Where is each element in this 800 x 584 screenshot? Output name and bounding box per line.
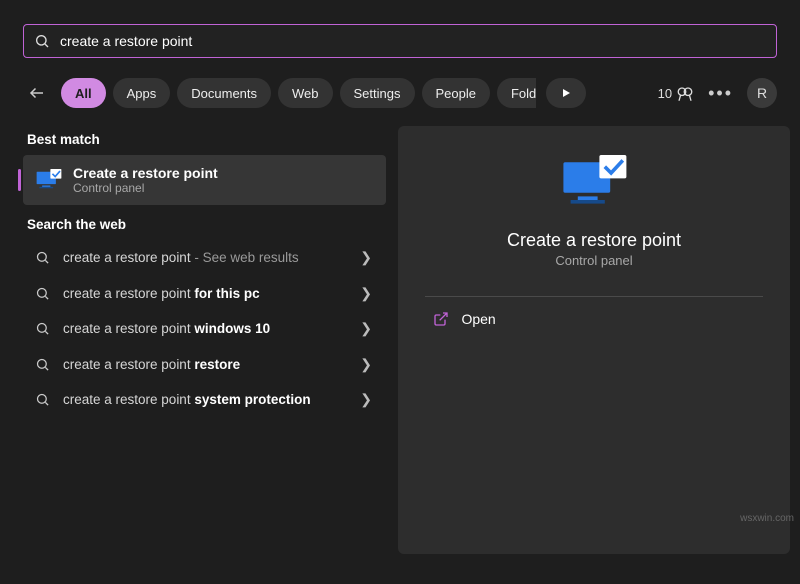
filter-documents[interactable]: Documents xyxy=(177,78,271,108)
open-external-icon xyxy=(433,311,449,327)
filter-row: All Apps Documents Web Settings People F… xyxy=(0,58,800,120)
best-match-result[interactable]: Create a restore point Control panel xyxy=(23,155,386,205)
monitor-check-icon xyxy=(35,169,63,191)
web-result-text: create a restore point restore xyxy=(63,356,356,374)
open-action[interactable]: Open xyxy=(425,297,762,341)
filter-folders[interactable]: Folders xyxy=(497,78,536,108)
toolbar-right: 10 ••• R xyxy=(658,78,777,108)
web-result-text: create a restore point system protection xyxy=(63,391,356,409)
best-match-header: Best match xyxy=(23,120,386,155)
search-icon xyxy=(34,33,50,49)
open-label: Open xyxy=(461,311,495,327)
filter-web[interactable]: Web xyxy=(278,78,333,108)
play-button[interactable] xyxy=(546,78,586,108)
filter-all[interactable]: All xyxy=(61,78,106,108)
search-bar[interactable] xyxy=(23,24,777,58)
web-result[interactable]: create a restore point restore❯ xyxy=(23,347,386,383)
web-result[interactable]: create a restore point windows 10❯ xyxy=(23,311,386,347)
web-result[interactable]: create a restore point - See web results… xyxy=(23,240,386,276)
search-input[interactable] xyxy=(50,33,766,49)
best-match-title: Create a restore point xyxy=(73,165,218,181)
web-result-text: create a restore point windows 10 xyxy=(63,320,356,338)
filter-apps[interactable]: Apps xyxy=(113,78,171,108)
user-avatar[interactable]: R xyxy=(747,78,777,108)
rewards-count: 10 xyxy=(658,86,672,101)
content-area: Best match Create a restore point Contro… xyxy=(0,120,800,564)
results-column: Best match Create a restore point Contro… xyxy=(0,120,398,564)
search-icon xyxy=(33,321,51,336)
web-result-text: create a restore point for this pc xyxy=(63,285,356,303)
detail-title: Create a restore point xyxy=(507,230,681,251)
web-result[interactable]: create a restore point for this pc❯ xyxy=(23,276,386,312)
chevron-right-icon: ❯ xyxy=(356,320,376,337)
best-match-text: Create a restore point Control panel xyxy=(73,165,218,195)
search-icon xyxy=(33,250,51,265)
rewards-points[interactable]: 10 xyxy=(658,84,694,103)
chevron-right-icon: ❯ xyxy=(356,249,376,266)
filter-settings[interactable]: Settings xyxy=(340,78,415,108)
search-icon xyxy=(33,286,51,301)
more-options-button[interactable]: ••• xyxy=(708,83,733,104)
back-button[interactable] xyxy=(23,79,51,107)
detail-subtitle: Control panel xyxy=(555,253,632,268)
filter-people[interactable]: People xyxy=(422,78,490,108)
monitor-check-icon xyxy=(558,152,630,212)
filter-tabs: All Apps Documents Web Settings People F… xyxy=(61,78,536,108)
detail-panel: Create a restore point Control panel Ope… xyxy=(398,126,790,554)
chevron-right-icon: ❯ xyxy=(356,391,376,408)
best-match-subtitle: Control panel xyxy=(73,181,218,195)
search-icon xyxy=(33,357,51,372)
chevron-right-icon: ❯ xyxy=(356,285,376,302)
web-result-text: create a restore point - See web results xyxy=(63,249,356,267)
web-result[interactable]: create a restore point system protection… xyxy=(23,382,386,418)
search-icon xyxy=(33,392,51,407)
chevron-right-icon: ❯ xyxy=(356,356,376,373)
search-web-header: Search the web xyxy=(23,205,386,240)
watermark: wsxwin.com xyxy=(740,513,794,524)
rewards-medal-icon xyxy=(676,85,694,103)
